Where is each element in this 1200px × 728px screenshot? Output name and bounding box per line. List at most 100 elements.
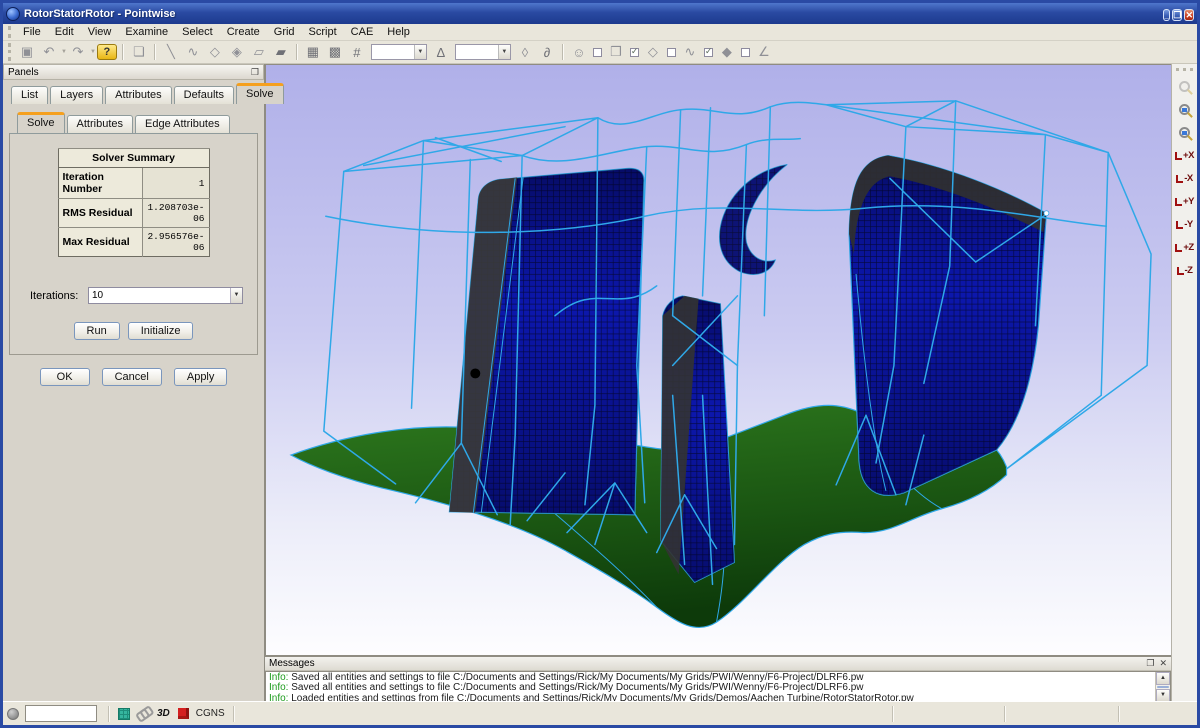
dimension-combobox[interactable]: ▼ — [371, 44, 427, 60]
menu-edit[interactable]: Edit — [48, 25, 81, 39]
tab-attributes[interactable]: Attributes — [105, 86, 171, 104]
iterations-spinbox[interactable]: ▼ — [88, 287, 243, 304]
apply-button[interactable]: Apply — [174, 368, 228, 386]
menu-drag-handle[interactable] — [8, 26, 13, 39]
selected-point-marker[interactable] — [470, 368, 480, 378]
toolbar-separator — [122, 44, 124, 60]
angle-icon[interactable]: ∆ — [431, 43, 451, 62]
menu-view[interactable]: View — [81, 25, 119, 39]
menu-select[interactable]: Select — [175, 25, 220, 39]
subtab-solve[interactable]: Solve — [17, 112, 65, 133]
mask-spacing-checkbox[interactable] — [741, 48, 750, 57]
create-curve-icon[interactable]: ∿ — [183, 43, 203, 62]
mask-block-icon[interactable]: ❒ — [606, 43, 626, 62]
minimize-button[interactable]: _ — [1163, 9, 1170, 21]
save-icon[interactable]: ▣ — [17, 43, 37, 62]
derivative-icon[interactable]: ∂ — [537, 43, 557, 62]
toolbar-separator — [154, 44, 156, 60]
solver-summary-title: Solver Summary — [58, 149, 209, 168]
axis-icon — [1176, 175, 1183, 183]
undo-icon[interactable]: ↶ — [39, 43, 59, 62]
view-plus-y-button[interactable]: +Y — [1173, 192, 1197, 212]
menu-cae[interactable]: CAE — [344, 25, 381, 39]
messages-close-icon[interactable]: ✕ — [1159, 658, 1167, 669]
solver-summary-table: Solver Summary Iteration Number 1 RMS Re… — [58, 148, 210, 257]
mask-database-checkbox[interactable] — [593, 48, 602, 57]
main-area: Panels ❐ List Layers Attributes Defaults… — [3, 64, 1197, 701]
tab-list[interactable]: List — [11, 86, 48, 104]
unstructured-grid-icon[interactable]: ▩ — [325, 43, 345, 62]
view-toolbar-drag-handle[interactable] — [1176, 68, 1194, 71]
cancel-button[interactable]: Cancel — [102, 368, 162, 386]
angle-combobox-arrow-icon[interactable]: ▼ — [498, 45, 510, 59]
messages-float-icon[interactable]: ❐ — [1146, 658, 1154, 669]
tab-layers[interactable]: Layers — [50, 86, 103, 104]
mask-domain-checkbox[interactable] — [667, 48, 676, 57]
redo-icon[interactable]: ↷ — [68, 43, 88, 62]
dimension-combobox-arrow-icon[interactable]: ▼ — [414, 45, 426, 59]
initialize-button[interactable]: Initialize — [128, 322, 194, 340]
layers-icon[interactable]: ❏ — [129, 43, 149, 62]
view-plus-z-button[interactable]: +Z — [1173, 238, 1197, 258]
mask-connector-icon[interactable]: ∿ — [680, 43, 700, 62]
create-connector-icon[interactable]: ╲ — [161, 43, 181, 62]
dimension-combobox-value[interactable] — [372, 45, 414, 59]
menu-grid[interactable]: Grid — [267, 25, 302, 39]
scroll-up-icon[interactable]: ▲ — [1156, 672, 1170, 685]
orient-icon[interactable]: ◊ — [515, 43, 535, 62]
menu-create[interactable]: Create — [220, 25, 267, 39]
tab-solve[interactable]: Solve — [236, 83, 284, 104]
panels-titlebar[interactable]: Panels ❐ — [3, 64, 264, 80]
angle-combobox-value[interactable] — [456, 45, 498, 59]
view-minus-z-button[interactable]: -Z — [1173, 261, 1197, 281]
zoom-extents-icon[interactable] — [1174, 99, 1196, 120]
log-level: Info: — [269, 693, 288, 701]
iterations-input[interactable] — [89, 288, 230, 303]
structured-grid-icon[interactable]: ▦ — [303, 43, 323, 62]
scrollbar-thumb[interactable] — [1157, 686, 1169, 688]
ok-button[interactable]: OK — [40, 368, 90, 386]
panels-title: Panels — [8, 67, 251, 78]
zoom-actual-size-icon[interactable] — [1174, 122, 1196, 143]
iteration-number-label: Iteration Number — [58, 168, 143, 199]
redo-dropdown-icon[interactable]: ▼ — [90, 49, 96, 55]
subtab-attributes[interactable]: Attributes — [67, 115, 133, 133]
titlebar[interactable]: RotorStatorRotor - Pointwise _❐✕ — [3, 3, 1197, 24]
zoom-icon[interactable] — [1174, 76, 1196, 97]
tab-defaults[interactable]: Defaults — [174, 86, 234, 104]
menu-script[interactable]: Script — [302, 25, 344, 39]
messages-titlebar[interactable]: Messages ❐ ✕ — [265, 657, 1171, 671]
mask-domain-icon[interactable]: ◇ — [643, 43, 663, 62]
run-button-row: Run Initialize — [10, 322, 257, 340]
mask-database-icon[interactable]: ☺ — [569, 43, 589, 62]
restore-button[interactable]: ❐ — [1172, 9, 1182, 21]
menu-help[interactable]: Help — [380, 25, 417, 39]
log-text: Loaded entities and settings from file C… — [288, 693, 913, 701]
mask-block-checkbox[interactable] — [630, 48, 639, 57]
run-button[interactable]: Run — [74, 322, 120, 340]
assemble-face-icon[interactable]: ▱ — [249, 43, 269, 62]
viewport-3d[interactable] — [265, 64, 1171, 656]
mask-spacing-icon[interactable]: ◆ — [717, 43, 737, 62]
view-minus-x-button[interactable]: -X — [1173, 169, 1197, 189]
menu-file[interactable]: File — [16, 25, 48, 39]
dimension-icon[interactable]: # — [347, 43, 367, 62]
create-domain-icon[interactable]: ◇ — [205, 43, 225, 62]
viewport-3d-scene[interactable] — [266, 65, 1171, 655]
panels-float-icon[interactable]: ❐ — [251, 67, 259, 78]
iterations-dropdown-icon[interactable]: ▼ — [230, 288, 242, 303]
undo-dropdown-icon[interactable]: ▼ — [61, 49, 67, 55]
mask-angle-icon[interactable]: ∠ — [754, 43, 774, 62]
create-unstructured-domain-icon[interactable]: ◈ — [227, 43, 247, 62]
angle-combobox[interactable]: ▼ — [455, 44, 511, 60]
messages-scrollbar[interactable]: ▲ ▼ — [1155, 672, 1170, 701]
mask-connector-checkbox[interactable] — [704, 48, 713, 57]
subtab-edge-attributes[interactable]: Edge Attributes — [135, 115, 230, 133]
view-minus-y-button[interactable]: -Y — [1173, 215, 1197, 235]
menu-examine[interactable]: Examine — [118, 25, 175, 39]
view-plus-x-button[interactable]: +X — [1173, 146, 1197, 166]
help-icon[interactable]: ? — [97, 44, 117, 60]
assemble-block-icon[interactable]: ▰ — [271, 43, 291, 62]
close-button[interactable]: ✕ — [1184, 9, 1194, 21]
toolbar-drag-handle[interactable] — [8, 43, 13, 61]
